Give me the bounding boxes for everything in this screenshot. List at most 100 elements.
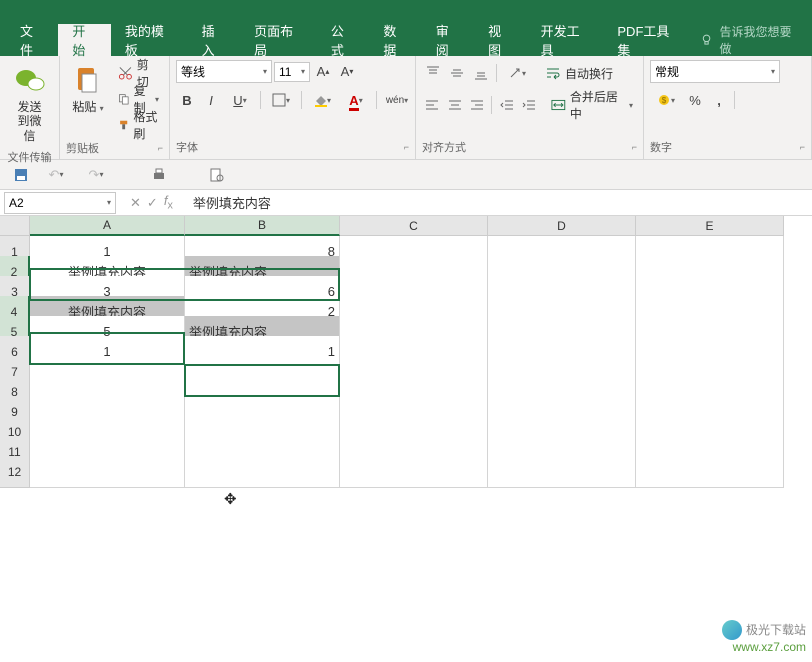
cell-E12[interactable] <box>636 456 784 488</box>
name-box[interactable]: A2▾ <box>4 192 116 214</box>
col-header-C[interactable]: C <box>340 216 488 236</box>
group-file-transfer: 发送 到微信 文件传输 <box>0 56 60 159</box>
increase-indent-button[interactable] <box>519 94 539 116</box>
select-all-corner[interactable] <box>0 216 30 236</box>
menu-dev[interactable]: 开发工具 <box>527 24 604 56</box>
comma-button[interactable]: , <box>708 89 730 111</box>
col-header-A[interactable]: A <box>30 216 185 236</box>
undo-button[interactable]: ↶▾ <box>40 164 72 186</box>
percent-button[interactable]: % <box>684 89 706 111</box>
format-painter-button[interactable]: 格式刷 <box>114 112 163 138</box>
menu-home[interactable]: 开始 <box>58 24 110 56</box>
increase-font-icon[interactable]: A▴ <box>312 61 334 83</box>
menu-layout[interactable]: 页面布局 <box>240 24 317 56</box>
align-center-button[interactable] <box>444 94 464 116</box>
align-right-icon <box>470 98 484 112</box>
cell-A12[interactable] <box>30 456 185 488</box>
font-color-button[interactable]: A▾ <box>340 89 372 111</box>
preview-icon <box>209 167 225 183</box>
save-icon <box>13 167 29 183</box>
italic-button[interactable]: I <box>200 89 222 111</box>
orientation-icon <box>508 66 522 80</box>
preview-button[interactable] <box>206 164 228 186</box>
font-name-select[interactable]: 等线▾ <box>176 60 272 83</box>
send-wechat-button[interactable]: 发送 到微信 <box>6 60 53 147</box>
scissors-icon <box>118 65 133 81</box>
wechat-icon <box>14 64 46 96</box>
border-icon <box>272 93 286 107</box>
svg-text:$: $ <box>662 96 667 105</box>
cancel-formula-button[interactable]: ✕ <box>130 195 141 211</box>
group-font: 等线▾ 11▾ A▴ A▾ B I U▾ ▾ ▾ A▾ wén▾ 字体⌐ <box>170 56 416 159</box>
menu-data[interactable]: 数据 <box>369 24 421 56</box>
fx-button[interactable]: fx <box>164 193 173 212</box>
wrap-text-button[interactable]: 自动换行 <box>541 60 617 86</box>
col-header-B[interactable]: B <box>185 216 340 236</box>
watermark-logo-icon <box>722 620 742 640</box>
ribbon: 发送 到微信 文件传输 粘贴 ▾ 剪切 复制 ▾ <box>0 56 812 160</box>
align-bottom-icon <box>474 66 488 80</box>
bucket-icon <box>313 93 327 107</box>
cell-C12[interactable] <box>340 456 488 488</box>
group-number: 常规▾ $▾ % , 数字⌐ <box>644 56 812 159</box>
print-icon <box>151 167 167 183</box>
decrease-font-icon[interactable]: A▾ <box>336 61 358 83</box>
formula-bar: A2▾ ✕ ✓ fx 举例填充内容 <box>0 190 812 216</box>
watermark: 极光下载站 www.xz7.com <box>722 620 806 656</box>
bulb-icon <box>700 33 713 47</box>
menu-templates[interactable]: 我的模板 <box>111 24 188 56</box>
paste-button[interactable]: 粘贴 ▾ <box>66 60 110 118</box>
bold-button[interactable]: B <box>176 89 198 111</box>
menu-review[interactable]: 审阅 <box>422 24 474 56</box>
quick-access-toolbar: ↶▾ ↷▾ <box>0 160 812 190</box>
merge-center-button[interactable]: 合并后居中 ▾ <box>547 92 637 118</box>
decrease-indent-button[interactable] <box>496 94 516 116</box>
align-bottom-button[interactable] <box>470 62 492 84</box>
menu-bar: 文件 开始 我的模板 插入 页面布局 公式 数据 审阅 视图 开发工具 PDF工… <box>0 0 812 56</box>
menu-view[interactable]: 视图 <box>474 24 526 56</box>
cell-B12[interactable] <box>185 456 340 488</box>
print-button[interactable] <box>148 164 170 186</box>
col-header-D[interactable]: D <box>488 216 636 236</box>
menu-pdf[interactable]: PDF工具集 <box>603 24 692 56</box>
group-align: ▾ 自动换行 合并后居中 ▾ 对齐方式⌐ <box>416 56 644 159</box>
col-header-E[interactable]: E <box>636 216 784 236</box>
align-right-button[interactable] <box>467 94 487 116</box>
copy-icon <box>118 91 130 107</box>
enter-formula-button[interactable]: ✓ <box>147 195 158 211</box>
align-middle-icon <box>450 66 464 80</box>
accounting-format-button[interactable]: $▾ <box>650 89 682 111</box>
merge-icon <box>551 97 566 113</box>
indent-icon <box>522 98 536 112</box>
worksheet-grid[interactable]: A B C D E 1 1 8 2 举例填充内容 举例填充内容 3 3 6 4 … <box>0 216 812 476</box>
menu-formula[interactable]: 公式 <box>317 24 369 56</box>
formula-input[interactable]: 举例填充内容 <box>185 193 812 212</box>
orientation-button[interactable]: ▾ <box>501 62 533 84</box>
row-header-12[interactable]: 12 <box>0 456 30 488</box>
align-left-icon <box>425 98 439 112</box>
paste-icon <box>72 64 104 96</box>
border-button[interactable]: ▾ <box>265 89 297 111</box>
underline-button[interactable]: U▾ <box>224 89 256 111</box>
redo-button[interactable]: ↷▾ <box>80 164 112 186</box>
cell-D12[interactable] <box>488 456 636 488</box>
menu-file[interactable]: 文件 <box>6 24 58 56</box>
currency-icon: $ <box>657 93 671 107</box>
align-left-button[interactable] <box>422 94 442 116</box>
fill-color-button[interactable]: ▾ <box>306 89 338 111</box>
save-button[interactable] <box>10 164 32 186</box>
align-top-icon <box>426 66 440 80</box>
brush-icon <box>118 117 129 133</box>
menu-insert[interactable]: 插入 <box>188 24 240 56</box>
number-format-select[interactable]: 常规▾ <box>650 60 780 83</box>
phonetic-button[interactable]: wén▾ <box>381 89 413 111</box>
align-center-icon <box>448 98 462 112</box>
wrap-icon <box>545 65 561 81</box>
align-middle-button[interactable] <box>446 62 468 84</box>
cursor-icon: ✥ <box>224 490 237 508</box>
font-size-select[interactable]: 11▾ <box>274 62 310 82</box>
tell-me[interactable]: 告诉我您想要做 <box>692 24 806 56</box>
group-clipboard: 粘贴 ▾ 剪切 复制 ▾ 格式刷 剪贴板⌐ <box>60 56 170 159</box>
outdent-icon <box>500 98 514 112</box>
align-top-button[interactable] <box>422 62 444 84</box>
